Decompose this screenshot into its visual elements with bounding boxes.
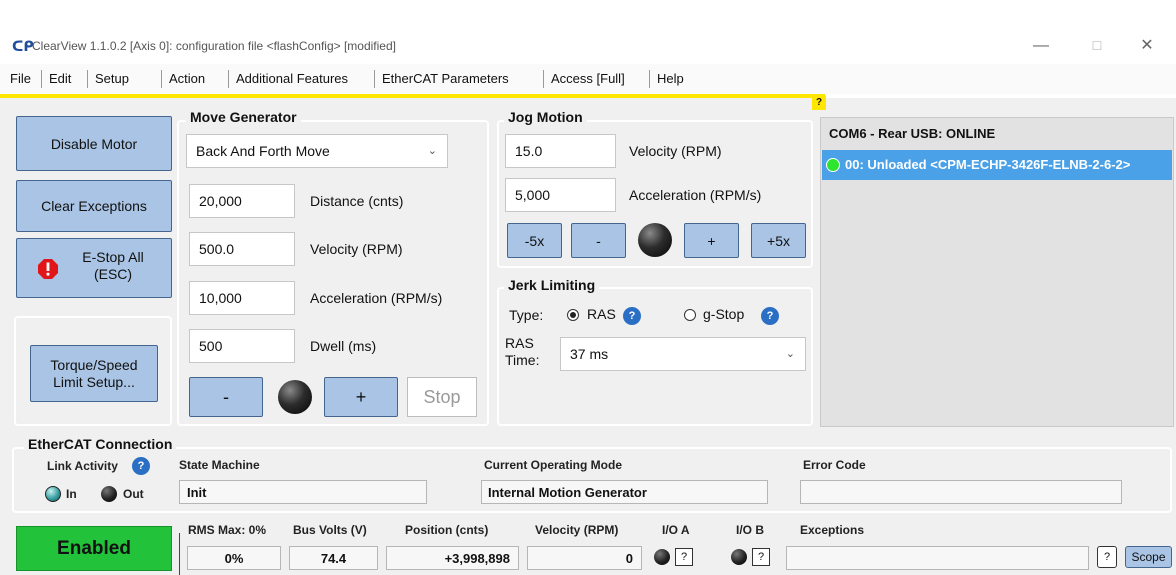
ras-radio[interactable] bbox=[567, 309, 579, 321]
position-label: Position (cnts) bbox=[405, 523, 489, 537]
jog-minus-button[interactable]: - bbox=[571, 223, 626, 258]
jog-velocity-label: Velocity (RPM) bbox=[629, 143, 722, 159]
move-mode-value: Back And Forth Move bbox=[196, 143, 330, 159]
velocity-status-label: Velocity (RPM) bbox=[535, 523, 619, 537]
chevron-down-icon: ⌄ bbox=[427, 145, 437, 157]
disable-motor-button[interactable]: Disable Motor bbox=[16, 116, 172, 171]
rms-marker bbox=[179, 533, 180, 575]
acceleration-label: Acceleration (RPM/s) bbox=[310, 290, 443, 306]
rms-value: 0% bbox=[187, 546, 281, 570]
maximize-icon[interactable]: ☐ bbox=[1074, 34, 1120, 58]
ras-time-select[interactable]: 37 ms ⌄ bbox=[560, 337, 806, 371]
move-generator-title: Move Generator bbox=[186, 109, 301, 125]
move-minus-button[interactable]: - bbox=[189, 377, 263, 417]
velocity-label: Velocity (RPM) bbox=[310, 241, 403, 257]
io-b-led-icon bbox=[731, 549, 747, 565]
bus-volts-value: 74.4 bbox=[289, 546, 378, 570]
minimize-icon[interactable]: — bbox=[1018, 34, 1064, 58]
estop-all-button[interactable]: E-Stop All (ESC) bbox=[16, 238, 172, 298]
link-out-label: Out bbox=[123, 487, 144, 501]
window-title-bar: ᑕᑭ ClearView 1.1.0.2 [Axis 0]: configura… bbox=[0, 28, 1176, 64]
ras-time-label: RAS Time: bbox=[505, 335, 540, 368]
op-mode-label: Current Operating Mode bbox=[484, 458, 623, 472]
menu-edit[interactable]: Edit bbox=[42, 64, 78, 94]
distance-input[interactable]: 20,000 bbox=[189, 184, 295, 218]
io-b-help-icon[interactable]: ? bbox=[752, 548, 770, 566]
bus-volts-label: Bus Volts (V) bbox=[293, 523, 367, 537]
stop-icon bbox=[38, 259, 58, 279]
jog-motion-title: Jog Motion bbox=[504, 109, 587, 125]
move-status-knob-icon bbox=[278, 380, 312, 414]
stop-button[interactable]: Stop bbox=[407, 377, 477, 417]
state-machine-field: Init bbox=[179, 480, 427, 504]
move-mode-select[interactable]: Back And Forth Move ⌄ bbox=[186, 134, 448, 168]
io-b-label: I/O B bbox=[736, 523, 765, 537]
exceptions-help-icon[interactable]: ? bbox=[1097, 546, 1117, 568]
jog-plus-button[interactable]: + bbox=[684, 223, 739, 258]
move-plus-button[interactable]: + bbox=[324, 377, 398, 417]
device-node-label: 00: Unloaded <CPM-ECHP-3426F-ELNB-2-6-2> bbox=[845, 157, 1131, 172]
link-out-led-icon bbox=[101, 486, 117, 502]
dwell-label: Dwell (ms) bbox=[310, 338, 377, 354]
link-in-label: In bbox=[66, 487, 77, 501]
chevron-down-icon: ⌄ bbox=[785, 348, 795, 360]
ethercat-connection-title: EtherCAT Connection bbox=[24, 436, 177, 452]
jerk-limiting-title: Jerk Limiting bbox=[504, 277, 600, 293]
gstop-option-label: g-Stop bbox=[703, 306, 745, 322]
menu-access[interactable]: Access [Full] bbox=[544, 64, 632, 94]
ras-help-icon[interactable]: ? bbox=[623, 307, 641, 325]
gstop-radio[interactable] bbox=[684, 309, 696, 321]
jerk-type-label: Type: bbox=[509, 307, 544, 323]
link-in-led-icon bbox=[45, 486, 61, 502]
io-a-label: I/O A bbox=[662, 523, 690, 537]
jog-plus-5x-button[interactable]: +5x bbox=[751, 223, 806, 258]
window-title: ClearView 1.1.0.2 [Axis 0]: configuratio… bbox=[32, 39, 396, 53]
app-logo-icon: ᑕᑭ bbox=[12, 38, 34, 54]
device-node-row[interactable]: 00: Unloaded <CPM-ECHP-3426F-ELNB-2-6-2> bbox=[822, 150, 1172, 180]
close-icon[interactable]: ✕ bbox=[1124, 34, 1170, 58]
gstop-help-icon[interactable]: ? bbox=[761, 307, 779, 325]
op-mode-field: Internal Motion Generator bbox=[481, 480, 768, 504]
velocity-input[interactable]: 500.0 bbox=[189, 232, 295, 266]
exceptions-label: Exceptions bbox=[800, 523, 865, 537]
link-activity-help-icon[interactable]: ? bbox=[132, 457, 150, 475]
exceptions-field bbox=[786, 546, 1089, 570]
enabled-status-indicator: Enabled bbox=[16, 526, 172, 571]
dwell-input[interactable]: 500 bbox=[189, 329, 295, 363]
jog-status-knob-icon bbox=[638, 223, 672, 257]
jog-acceleration-label: Acceleration (RPM/s) bbox=[629, 187, 762, 203]
jog-acceleration-input[interactable]: 5,000 bbox=[505, 178, 616, 212]
menu-file[interactable]: File bbox=[3, 64, 38, 94]
jog-velocity-input[interactable]: 15.0 bbox=[505, 134, 616, 168]
estop-all-label: E-Stop All (ESC) bbox=[82, 249, 144, 282]
node-status-led-icon bbox=[826, 158, 840, 172]
link-activity-label: Link Activity bbox=[47, 459, 118, 473]
ras-time-value: 37 ms bbox=[570, 346, 609, 362]
menu-setup[interactable]: Setup bbox=[88, 64, 136, 94]
menu-bar: File Edit Setup Action Additional Featur… bbox=[0, 64, 1176, 94]
position-value: +3,998,898 bbox=[386, 546, 519, 570]
help-marker[interactable]: ? bbox=[812, 96, 826, 110]
torque-speed-limit-setup-button[interactable]: Torque/Speed Limit Setup... bbox=[30, 345, 158, 402]
rms-max-label: RMS Max: 0% bbox=[188, 523, 267, 537]
clear-exceptions-button[interactable]: Clear Exceptions bbox=[16, 180, 172, 232]
port-status-header: COM6 - Rear USB: ONLINE bbox=[829, 126, 996, 141]
state-machine-label: State Machine bbox=[179, 458, 260, 472]
velocity-status-value: 0 bbox=[527, 546, 642, 570]
jog-minus-5x-button[interactable]: -5x bbox=[507, 223, 562, 258]
menu-help[interactable]: Help bbox=[650, 64, 691, 94]
error-code-label: Error Code bbox=[803, 458, 866, 472]
io-a-led-icon bbox=[654, 549, 670, 565]
ras-option-label: RAS bbox=[587, 306, 616, 322]
acceleration-input[interactable]: 10,000 bbox=[189, 281, 295, 315]
menu-additional-features[interactable]: Additional Features bbox=[229, 64, 355, 94]
io-a-help-icon[interactable]: ? bbox=[675, 548, 693, 566]
error-code-field bbox=[800, 480, 1122, 504]
menu-ethercat-parameters[interactable]: EtherCAT Parameters bbox=[375, 64, 516, 94]
menu-action[interactable]: Action bbox=[162, 64, 212, 94]
menu-accent-bar bbox=[0, 94, 825, 98]
distance-label: Distance (cnts) bbox=[310, 193, 404, 209]
scope-button[interactable]: Scope bbox=[1125, 546, 1172, 568]
